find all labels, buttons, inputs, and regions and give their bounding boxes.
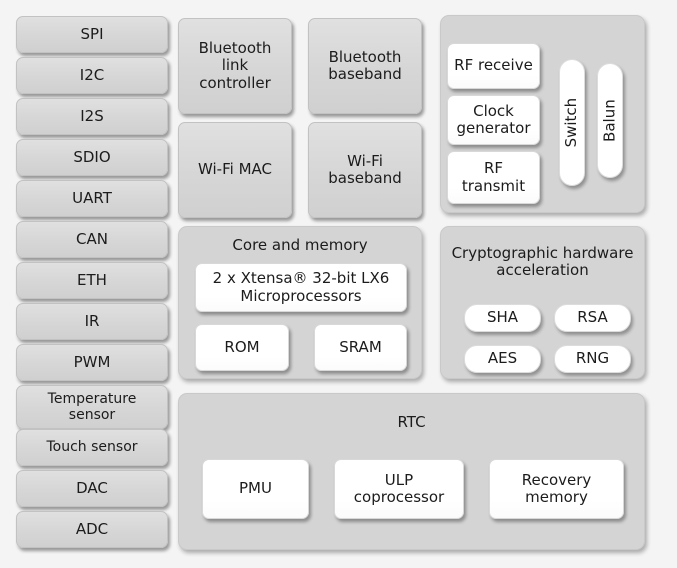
peripheral-label: I2S <box>80 106 104 125</box>
wifi-mac-block[interactable]: Wi-Fi MAC <box>178 122 292 218</box>
rf-panel: RF receive Clock generator RF transmit S… <box>440 15 645 213</box>
peripheral-block-eth[interactable]: ETH <box>16 262 168 299</box>
rtc-title: RTC <box>397 413 426 431</box>
peripheral-label: Touch sensor <box>46 439 138 456</box>
peripheral-label: DAC <box>76 478 108 497</box>
crypto-title: Cryptographic hardware acceleration <box>451 244 634 280</box>
crypto-engine-rng[interactable]: RNG <box>554 345 631 373</box>
core-and-memory-title: Core and memory <box>232 236 368 254</box>
peripheral-label: PWM <box>73 352 111 371</box>
sram-box[interactable]: SRAM <box>314 324 407 371</box>
rf-vertical-label: Balun <box>600 99 619 142</box>
block-label: Bluetooth link controller <box>198 39 272 92</box>
peripheral-block-uart[interactable]: UART <box>16 180 168 217</box>
rf-box-label: Clock generator <box>456 101 531 137</box>
peripheral-block-touch-sensor[interactable]: Touch sensor <box>16 429 168 466</box>
crypto-label: SHA <box>486 308 519 327</box>
rtc-block-label: Recovery memory <box>521 470 592 506</box>
crypto-engine-aes[interactable]: AES <box>464 345 541 373</box>
peripheral-label: ADC <box>75 519 109 538</box>
clock-generator-box[interactable]: Clock generator <box>447 95 540 145</box>
bluetooth-baseband-block[interactable]: Bluetooth baseband <box>308 18 422 114</box>
peripheral-block-i2s[interactable]: I2S <box>16 98 168 135</box>
peripheral-label: Temperature sensor <box>47 390 137 423</box>
wifi-baseband-block[interactable]: Wi-Fi baseband <box>308 122 422 218</box>
rf-box-label: RF receive <box>454 56 533 75</box>
rom-box[interactable]: ROM <box>195 324 289 371</box>
crypto-engine-sha[interactable]: SHA <box>464 304 541 332</box>
esp32-block-diagram: SPI I2C I2S SDIO UART CAN ETH IR PWM Tem… <box>0 0 677 568</box>
rtc-panel: RTC PMU ULP coprocessor Recovery memory <box>178 393 645 550</box>
core-and-memory-panel: Core and memory 2 x Xtensa® 32-bit LX6 M… <box>178 226 422 379</box>
bluetooth-link-controller-block[interactable]: Bluetooth link controller <box>178 18 292 114</box>
rf-balun-box[interactable]: Balun <box>597 63 623 178</box>
peripheral-block-dac[interactable]: DAC <box>16 470 168 507</box>
pmu-box[interactable]: PMU <box>202 459 309 519</box>
peripheral-block-can[interactable]: CAN <box>16 221 168 258</box>
block-label: Wi-Fi baseband <box>328 151 402 187</box>
crypto-engine-rsa[interactable]: RSA <box>554 304 631 332</box>
rf-vertical-label: Switch <box>562 97 581 148</box>
block-label: Wi-Fi MAC <box>198 160 272 179</box>
peripheral-block-adc[interactable]: ADC <box>16 511 168 548</box>
peripheral-block-ir[interactable]: IR <box>16 303 168 340</box>
peripheral-block-i2c[interactable]: I2C <box>16 57 168 94</box>
rf-transmit-box[interactable]: RF transmit <box>447 151 540 204</box>
peripheral-label: IR <box>84 311 100 330</box>
peripheral-label: SPI <box>80 24 104 43</box>
crypto-label: RSA <box>577 308 608 327</box>
peripheral-label: SDIO <box>73 147 111 166</box>
recovery-memory-box[interactable]: Recovery memory <box>489 459 624 519</box>
peripheral-label: ETH <box>77 270 107 289</box>
peripheral-label: I2C <box>79 65 105 84</box>
peripheral-block-spi[interactable]: SPI <box>16 16 168 53</box>
rtc-block-label: PMU <box>239 479 272 498</box>
rf-receive-box[interactable]: RF receive <box>447 43 540 89</box>
rf-box-label: RF transmit <box>461 159 526 195</box>
memory-label: ROM <box>224 337 260 356</box>
block-label: Bluetooth baseband <box>328 47 402 83</box>
peripheral-label: UART <box>72 188 112 207</box>
crypto-label: RNG <box>575 349 610 368</box>
peripheral-block-temperature-sensor[interactable]: Temperature sensor <box>16 385 168 429</box>
peripheral-block-pwm[interactable]: PWM <box>16 344 168 381</box>
xtensa-processor-box[interactable]: 2 x Xtensa® 32-bit LX6 Microprocessors <box>195 263 407 312</box>
crypto-label: AES <box>487 349 518 368</box>
cryptographic-acceleration-panel: Cryptographic hardware acceleration SHA … <box>440 226 645 379</box>
rtc-block-label: ULP coprocessor <box>353 470 445 506</box>
rf-switch-box[interactable]: Switch <box>559 59 585 186</box>
processor-label: 2 x Xtensa® 32-bit LX6 Microprocessors <box>212 269 390 305</box>
peripheral-label: CAN <box>76 229 108 248</box>
peripheral-block-sdio[interactable]: SDIO <box>16 139 168 176</box>
memory-label: SRAM <box>339 337 382 356</box>
ulp-coprocessor-box[interactable]: ULP coprocessor <box>334 459 464 519</box>
